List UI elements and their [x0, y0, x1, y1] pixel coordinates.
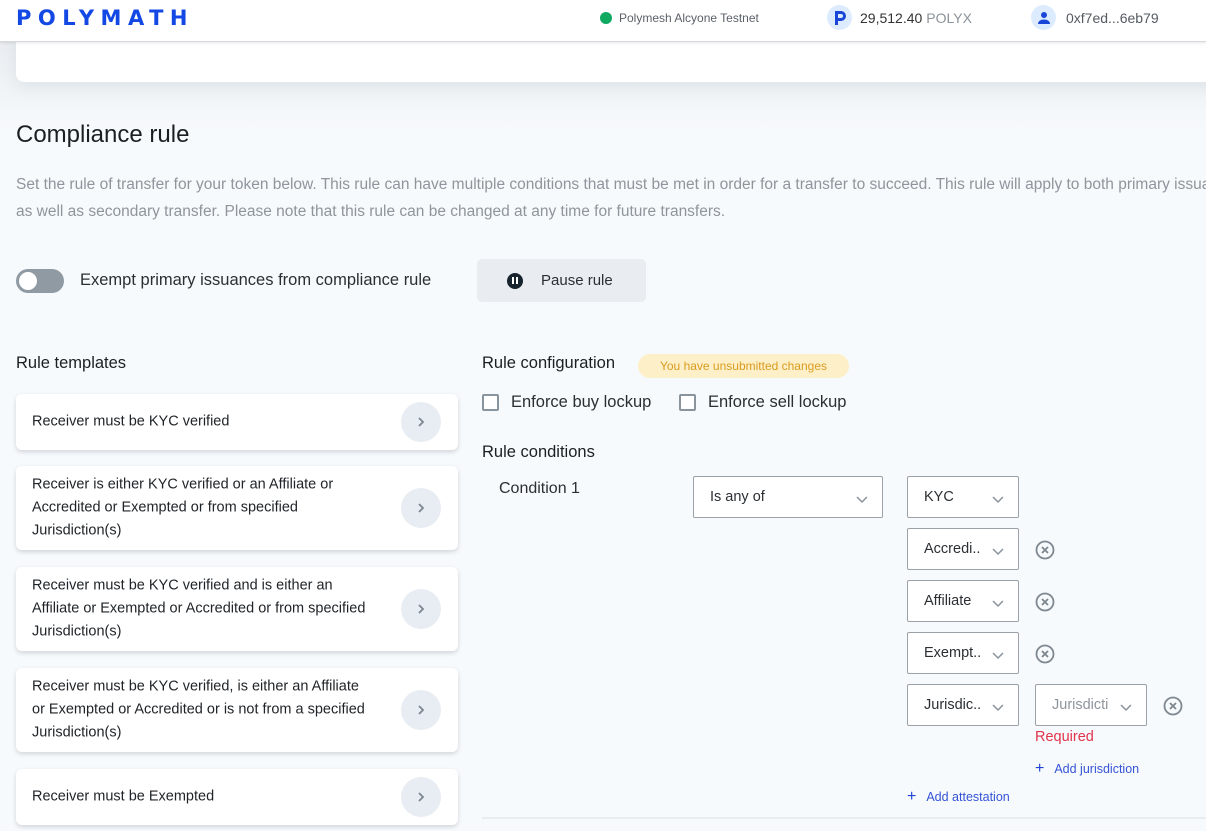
add-jurisdiction-label: Add jurisdiction: [1054, 762, 1140, 776]
attestation-select[interactable]: KYC: [907, 476, 1019, 518]
pause-rule-label: Pause rule: [541, 272, 613, 289]
chevron-right-icon[interactable]: [401, 589, 441, 629]
rule-template-label: Receiver must be KYC verified and is eit…: [32, 577, 366, 640]
select-value: Exempt..: [924, 645, 982, 661]
chevron-right-icon[interactable]: [401, 488, 441, 528]
network-status-dot-icon: [600, 12, 612, 24]
condition-label: Condition 1: [499, 480, 580, 497]
chevron-right-icon[interactable]: [401, 402, 441, 442]
checkbox-box[interactable]: [482, 394, 499, 411]
exempt-toggle-label: Exempt primary issuances from compliance…: [80, 271, 432, 289]
remove-attestation-icon[interactable]: [1163, 696, 1183, 716]
pause-icon: [507, 272, 523, 289]
rule-template-card[interactable]: Receiver must be KYC verified: [16, 394, 458, 450]
balance-amount: 29,512.40: [860, 9, 923, 26]
attestation-select[interactable]: Exempt..: [907, 632, 1019, 674]
enforce-buy-lockup-checkbox[interactable]: Enforce buy lockup: [482, 393, 651, 412]
account-button[interactable]: 0xf7ed...6eb79: [1031, 5, 1159, 30]
chevron-down-icon: [992, 700, 1004, 716]
condition-divider: [482, 817, 1206, 819]
remove-attestation-icon[interactable]: [1035, 592, 1055, 612]
account-address: 0xf7ed...6eb79: [1066, 9, 1159, 26]
select-value: Affiliate: [924, 593, 972, 609]
top-navigation-bar: POLYMATH Polymesh Alcyone Testnet 29,512…: [0, 0, 1206, 42]
chevron-right-icon[interactable]: [401, 690, 441, 730]
network-name: Polymesh Alcyone Testnet: [619, 11, 759, 25]
rule-templates-heading: Rule templates: [16, 354, 127, 372]
chevron-down-icon: [1120, 700, 1132, 716]
exempt-primary-issuances-toggle[interactable]: [16, 269, 64, 293]
jurisdiction-select[interactable]: Jurisdicti: [1035, 684, 1147, 726]
select-placeholder: Jurisdicti: [1052, 697, 1109, 713]
checkbox-box[interactable]: [679, 394, 696, 411]
jurisdiction-error-message: Required: [1035, 729, 1094, 745]
enforce-sell-lockup-checkbox[interactable]: Enforce sell lockup: [679, 393, 847, 412]
select-value: Is any of: [710, 489, 765, 505]
user-avatar-icon: [1031, 5, 1056, 30]
chevron-down-icon: [992, 648, 1004, 664]
plus-icon: +: [1035, 760, 1045, 777]
remove-attestation-icon[interactable]: [1035, 644, 1055, 664]
chevron-down-icon: [992, 596, 1004, 612]
condition-operator-select[interactable]: Is any of: [693, 476, 883, 518]
enforce-buy-lockup-label: Enforce buy lockup: [511, 393, 652, 411]
attestation-select[interactable]: Jurisdic..: [907, 684, 1019, 726]
select-value: Jurisdic..: [924, 697, 982, 713]
network-indicator: Polymesh Alcyone Testnet: [600, 10, 759, 26]
polyx-token-icon: [827, 5, 852, 30]
polymath-logo[interactable]: POLYMATH: [16, 6, 194, 30]
rule-template-label: Receiver is either KYC verified or an Af…: [32, 476, 334, 539]
attestation-select[interactable]: Affiliate: [907, 580, 1019, 622]
rule-template-label: Receiver must be KYC verified, is either…: [32, 678, 365, 741]
remove-attestation-icon[interactable]: [1035, 540, 1055, 560]
attestation-select[interactable]: Accredi..: [907, 528, 1019, 570]
add-jurisdiction-button[interactable]: + Add jurisdiction: [1035, 760, 1140, 777]
chevron-down-icon: [992, 492, 1004, 508]
chevron-down-icon: [856, 492, 868, 508]
add-attestation-label: Add attestation: [926, 790, 1010, 804]
plus-icon: +: [907, 788, 917, 805]
select-value: Accredi..: [924, 541, 981, 557]
select-value: KYC: [924, 489, 954, 505]
rule-template-card[interactable]: Receiver must be KYC verified, is either…: [16, 668, 458, 752]
page-description: Set the rule of transfer for your token …: [16, 176, 1206, 220]
page-title: Compliance rule: [16, 121, 190, 148]
add-attestation-button[interactable]: + Add attestation: [907, 788, 1010, 805]
balance-unit: POLYX: [926, 9, 972, 26]
rule-template-card[interactable]: Receiver must be KYC verified and is eit…: [16, 567, 458, 651]
chevron-down-icon: [992, 544, 1004, 560]
rule-template-card[interactable]: Receiver must be Exempted: [16, 769, 458, 825]
rule-template-card[interactable]: Receiver is either KYC verified or an Af…: [16, 466, 458, 550]
toggle-knob: [19, 272, 37, 290]
rule-template-label: Receiver must be Exempted: [32, 788, 215, 805]
rule-template-label: Receiver must be KYC verified: [32, 413, 230, 430]
rule-conditions-heading: Rule conditions: [482, 443, 595, 461]
balance-display: 29,512.40 POLYX: [827, 5, 972, 30]
rule-configuration-heading: Rule configuration: [482, 354, 615, 372]
pause-rule-button[interactable]: Pause rule: [477, 259, 646, 302]
enforce-sell-lockup-label: Enforce sell lockup: [708, 393, 847, 411]
unsubmitted-changes-badge: You have unsubmitted changes: [638, 354, 849, 378]
chevron-right-icon[interactable]: [401, 777, 441, 817]
